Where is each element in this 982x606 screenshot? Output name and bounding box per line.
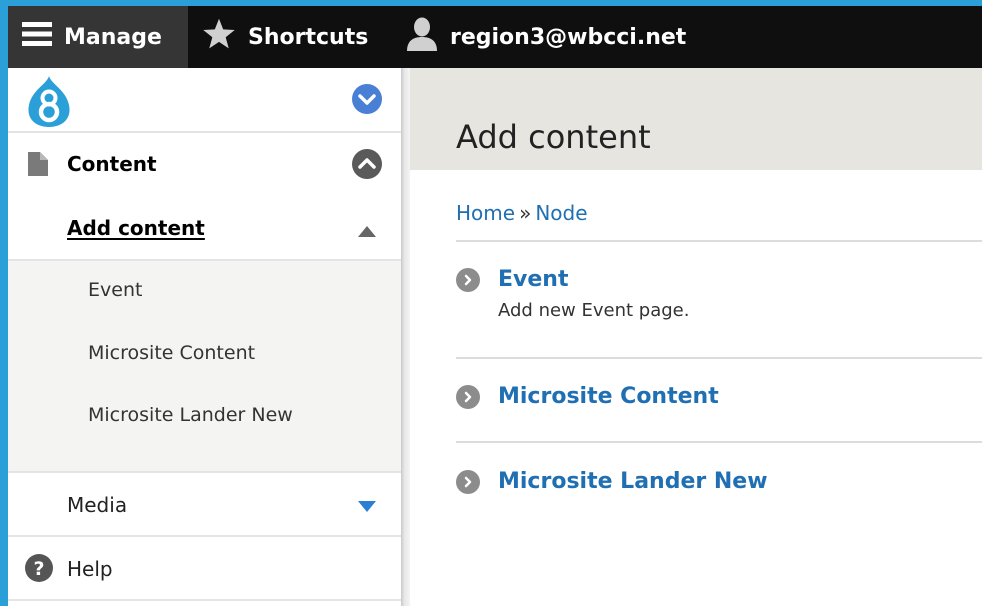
- content-type-title[interactable]: Microsite Lander New: [498, 469, 768, 494]
- manage-tab[interactable]: Manage: [8, 6, 188, 68]
- caret-up-icon[interactable]: [358, 222, 376, 241]
- shortcuts-label: Shortcuts: [248, 24, 369, 50]
- chevron-right-icon: [456, 469, 480, 494]
- chevron-right-icon: [456, 267, 480, 292]
- user-icon: [406, 17, 438, 57]
- sidebar-item-add-content-label[interactable]: Add content: [67, 216, 205, 240]
- content-type-title[interactable]: Event: [498, 267, 568, 292]
- help-icon: ?: [24, 553, 54, 587]
- breadcrumb-home-link[interactable]: Home: [456, 201, 515, 225]
- admin-toolbar: Manage Shortcuts region3@wbcci.net: [8, 6, 982, 68]
- breadcrumb-node-link[interactable]: Node: [535, 201, 587, 225]
- sidebar-item-content[interactable]: Content: [8, 131, 401, 195]
- hamburger-menu-icon: [22, 21, 52, 53]
- chevron-up-circle-icon[interactable]: [351, 148, 383, 184]
- page-title: Add content: [456, 118, 651, 156]
- sidebar-divider: [8, 599, 401, 601]
- sidebar-divider: [8, 259, 401, 261]
- svg-text:?: ?: [33, 558, 44, 580]
- content-divider: [456, 240, 982, 242]
- collapse-tray-icon[interactable]: [351, 83, 383, 119]
- drupal-logo-icon: [24, 74, 74, 132]
- sidebar-item-media-label: Media: [67, 493, 128, 517]
- breadcrumb: Home» Node: [456, 201, 588, 225]
- add-content-submenu: Event Microsite Content Microsite Lander…: [8, 259, 401, 471]
- content-type-link-event[interactable]: Event: [456, 267, 689, 292]
- user-tab[interactable]: region3@wbcci.net: [406, 6, 686, 68]
- user-label: region3@wbcci.net: [450, 24, 687, 50]
- sidebar-item-media[interactable]: Media: [8, 471, 401, 535]
- sidebar-edge: [401, 68, 410, 606]
- sidebar-sub-item-event[interactable]: Event: [88, 280, 142, 301]
- shortcuts-tab[interactable]: Shortcuts: [202, 6, 368, 68]
- admin-window: Manage Shortcuts region3@wbcci.net Conte…: [8, 6, 982, 606]
- admin-sidebar-tray: Content Add content Event Microsite Cont…: [8, 68, 401, 606]
- content-type-title[interactable]: Microsite Content: [498, 384, 719, 409]
- sidebar-item-add-content[interactable]: Add content: [8, 195, 401, 259]
- sidebar-item-help-label: Help: [67, 557, 113, 581]
- content-type-link-microsite-content[interactable]: Microsite Content: [456, 384, 719, 409]
- document-icon: [28, 152, 48, 180]
- content-divider: [456, 357, 982, 359]
- breadcrumb-separator: »: [519, 201, 532, 225]
- content-type-item-event: Event Add new Event page.: [456, 267, 689, 321]
- manage-label: Manage: [64, 24, 162, 50]
- chevron-right-icon: [456, 384, 480, 409]
- content-type-item-microsite-content: Microsite Content: [456, 384, 719, 409]
- star-icon: [202, 18, 236, 56]
- caret-down-icon[interactable]: [358, 498, 376, 517]
- content-type-item-microsite-lander-new: Microsite Lander New: [456, 469, 768, 494]
- sidebar-sub-item-microsite-lander-new[interactable]: Microsite Lander New: [88, 405, 298, 426]
- sidebar-item-content-label: Content: [67, 152, 157, 176]
- content-type-description: Add new Event page.: [498, 300, 690, 321]
- sidebar-item-help[interactable]: ? Help: [8, 535, 401, 599]
- content-type-link-microsite-lander-new[interactable]: Microsite Lander New: [456, 469, 768, 494]
- content-divider: [456, 441, 982, 443]
- sidebar-logo-row: [8, 68, 401, 131]
- sidebar-sub-item-microsite-content[interactable]: Microsite Content: [88, 343, 255, 364]
